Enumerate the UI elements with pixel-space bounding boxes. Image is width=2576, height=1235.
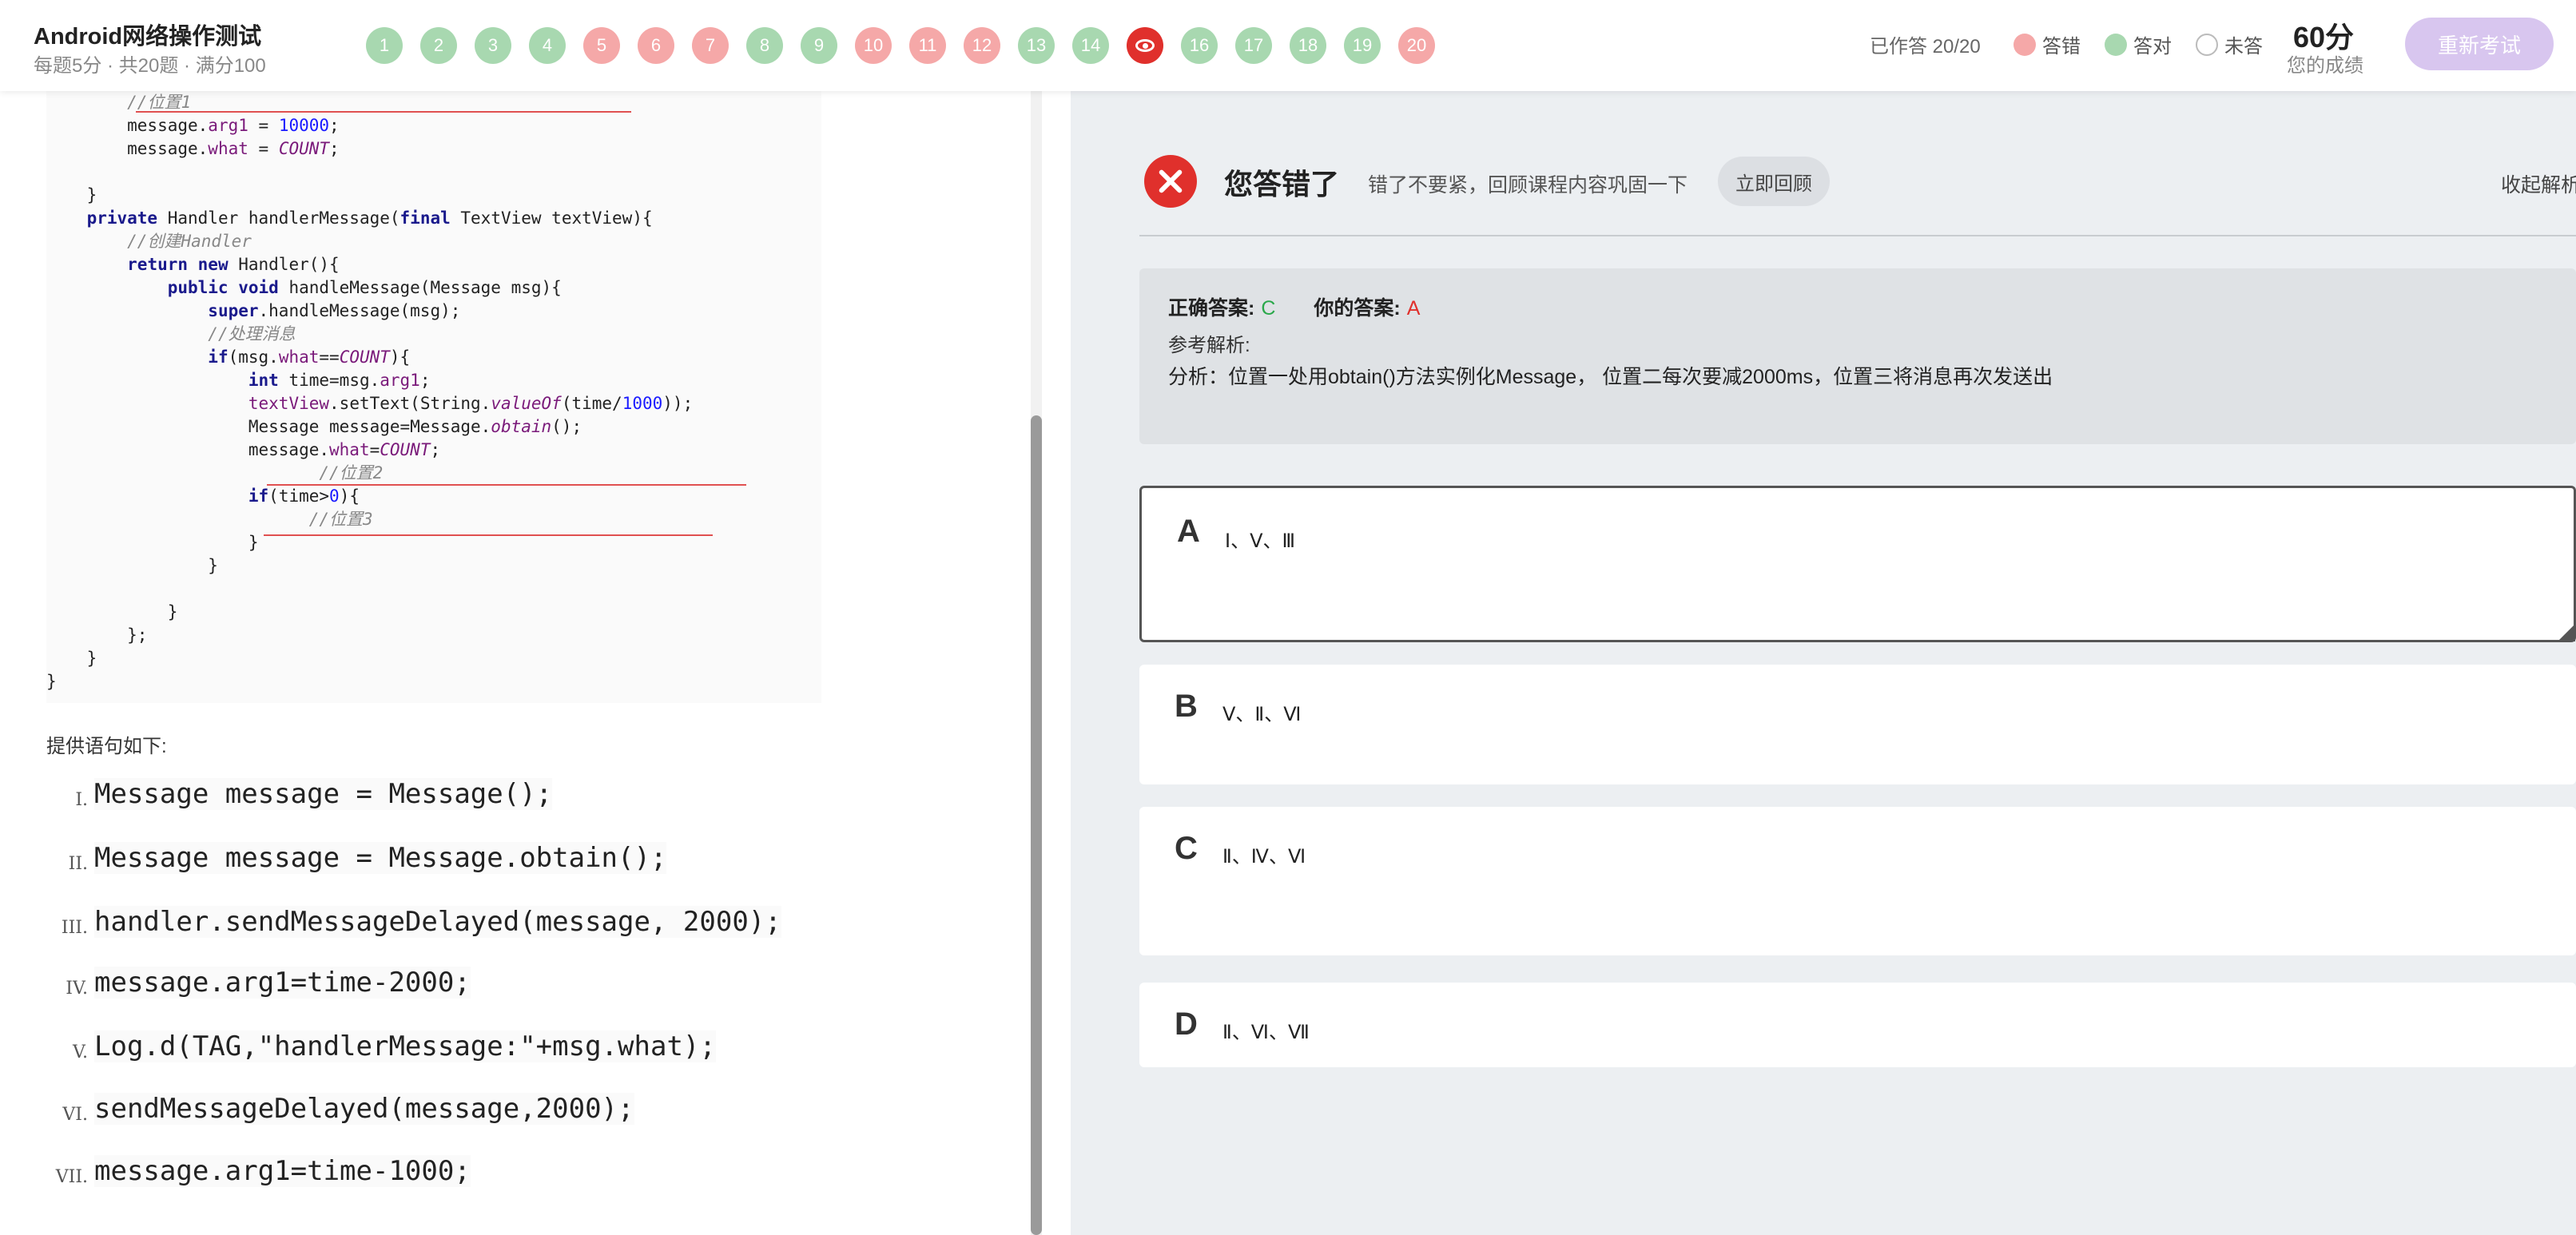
review-now-button[interactable]: 立即回顾 (1718, 157, 1830, 206)
question-nav-1[interactable]: 1 (366, 27, 403, 64)
option-text: Ⅱ、Ⅳ、Ⅵ (1222, 846, 1306, 868)
legend-unanswered-label: 未答 (2224, 36, 2263, 58)
wrong-x-icon (1144, 155, 1197, 208)
feedback-title: 您答错了 (1224, 168, 1340, 201)
option-b[interactable]: B Ⅴ、Ⅱ、Ⅵ (1139, 665, 2576, 784)
question-nav-8[interactable]: 8 (746, 27, 783, 64)
option-letter: C (1175, 831, 1198, 866)
eye-icon (1135, 39, 1155, 52)
question-nav-18[interactable]: 18 (1290, 27, 1326, 64)
statement-code: Message message = Message.obtain(); (94, 842, 667, 874)
statement-4: IV. message.arg1=time-2000; (48, 967, 471, 999)
your-answer-value: A (1406, 297, 1421, 320)
question-nav-5[interactable]: 5 (583, 27, 620, 64)
quiz-meta: 每题5分 · 共20题 · 满分100 (34, 55, 266, 77)
divider (1139, 235, 2576, 236)
question-nav-19[interactable]: 19 (1344, 27, 1381, 64)
correct-dot-icon (2105, 33, 2127, 56)
statement-code: Log.d(TAG,"handlerMessage:"+msg.what); (94, 1030, 716, 1062)
legend-correct-label: 答对 (2133, 36, 2172, 58)
question-nav-12[interactable]: 12 (964, 27, 1000, 64)
statement-5: V. Log.d(TAG,"handlerMessage:"+msg.what)… (48, 1030, 716, 1062)
question-nav-2[interactable]: 2 (420, 27, 457, 64)
option-letter: B (1175, 689, 1198, 724)
wrong-dot-icon (2013, 33, 2036, 56)
question-nav-7[interactable]: 7 (692, 27, 729, 64)
page-title: Android网络操作测试 (34, 24, 262, 50)
legend-correct: 答对 (2105, 30, 2172, 58)
analysis-text: 分析：位置一处用obtain()方法实例化Message， 位置二每次要减200… (1168, 366, 2053, 388)
option-text: Ⅱ、Ⅵ、Ⅶ (1222, 1022, 1310, 1043)
option-c[interactable]: C Ⅱ、Ⅳ、Ⅵ (1139, 807, 2576, 955)
left-scrollbar-thumb[interactable] (1031, 415, 1042, 1235)
feedback-subtitle: 错了不要紧，回顾课程内容巩固一下 (1368, 174, 1688, 197)
retry-exam-button[interactable]: 重新考试 (2405, 18, 2554, 70)
answer-summary: 正确答案: C 你的答案: A (1168, 292, 1420, 321)
statements-label: 提供语句如下: (46, 736, 167, 757)
unanswered-dot-icon (2196, 33, 2218, 56)
statement-numeral: VII. (55, 1167, 88, 1187)
correct-answer-value: C (1261, 297, 1276, 320)
statement-code: sendMessageDelayed(message,2000); (94, 1093, 634, 1125)
question-navigator: 1 2 3 4 5 6 7 8 9 10 11 12 13 14 16 17 1… (366, 27, 1435, 64)
question-nav-9[interactable]: 9 (801, 27, 837, 64)
question-nav-10[interactable]: 10 (855, 27, 892, 64)
statement-numeral: IV. (66, 979, 88, 999)
statement-2: II. Message message = Message.obtain(); (48, 842, 667, 874)
statement-numeral: VI. (62, 1105, 88, 1125)
feedback-pane: 您答错了 错了不要紧，回顾课程内容巩固一下 立即回顾 收起解析 正确答案: C 你的… (1071, 91, 2576, 1235)
question-nav-6[interactable]: 6 (638, 27, 674, 64)
statement-7: VII. message.arg1=time-1000; (48, 1155, 471, 1187)
question-nav-13[interactable]: 13 (1018, 27, 1055, 64)
question-nav-3[interactable]: 3 (475, 27, 511, 64)
statement-numeral: III. (61, 918, 88, 938)
top-bar: Android网络操作测试 每题5分 · 共20题 · 满分100 1 2 3 … (0, 0, 2576, 91)
option-d[interactable]: D Ⅱ、Ⅵ、Ⅶ (1139, 983, 2576, 1067)
statement-code: Message message = Message(); (94, 778, 553, 810)
legend-wrong-label: 答错 (2042, 36, 2081, 58)
statement-numeral: II. (68, 854, 88, 874)
question-pane: //位置1 message.arg1 = 10000; message.what… (0, 91, 1071, 1235)
question-nav-14[interactable]: 14 (1072, 27, 1109, 64)
question-nav-16[interactable]: 16 (1181, 27, 1218, 64)
option-text: Ⅴ、Ⅱ、Ⅵ (1222, 704, 1302, 725)
statement-numeral: I. (75, 790, 88, 810)
statement-numeral: V. (72, 1042, 88, 1062)
statement-code: message.arg1=time-2000; (94, 967, 471, 999)
score-label: 您的成绩 (2287, 55, 2363, 77)
correct-answer-label: 正确答案: (1168, 297, 1255, 320)
question-nav-11[interactable]: 11 (909, 27, 946, 64)
your-answer-label: 你的答案: (1314, 297, 1401, 320)
option-a[interactable]: A Ⅰ、Ⅴ、Ⅲ (1139, 486, 2576, 642)
statement-6: VI. sendMessageDelayed(message,2000); (48, 1093, 634, 1125)
analysis-label: 参考解析: (1168, 335, 1250, 356)
collapse-analysis-link[interactable]: 收起解析 (2501, 169, 2576, 198)
question-nav-15-current[interactable] (1127, 27, 1163, 64)
option-text: Ⅰ、Ⅴ、Ⅲ (1225, 530, 1296, 552)
blank-line-3 (264, 534, 713, 536)
statement-1: I. Message message = Message(); (48, 778, 553, 810)
question-nav-20[interactable]: 20 (1398, 27, 1435, 64)
statement-code: message.arg1=time-1000; (94, 1155, 471, 1187)
legend-wrong: 答错 (2013, 30, 2081, 58)
code-screenshot: //位置1 message.arg1 = 10000; message.what… (46, 91, 821, 703)
legend-unanswered: 未答 (2196, 30, 2263, 58)
code-listing: //位置1 message.arg1 = 10000; message.what… (46, 93, 694, 691)
blank-line-2 (267, 484, 746, 486)
answer-analysis-box: 正确答案: C 你的答案: A 参考解析: 分析：位置一处用obtain()方法实例化… (1139, 268, 2576, 444)
statement-code: handler.sendMessageDelayed(message, 2000… (94, 906, 781, 938)
option-letter: A (1177, 514, 1200, 549)
answered-count: 已作答 20/20 (1870, 36, 1981, 58)
question-nav-4[interactable]: 4 (529, 27, 566, 64)
question-nav-17[interactable]: 17 (1235, 27, 1272, 64)
blank-line-1 (136, 111, 631, 113)
statement-3: III. handler.sendMessageDelayed(message,… (48, 906, 781, 938)
option-letter: D (1175, 1007, 1198, 1042)
